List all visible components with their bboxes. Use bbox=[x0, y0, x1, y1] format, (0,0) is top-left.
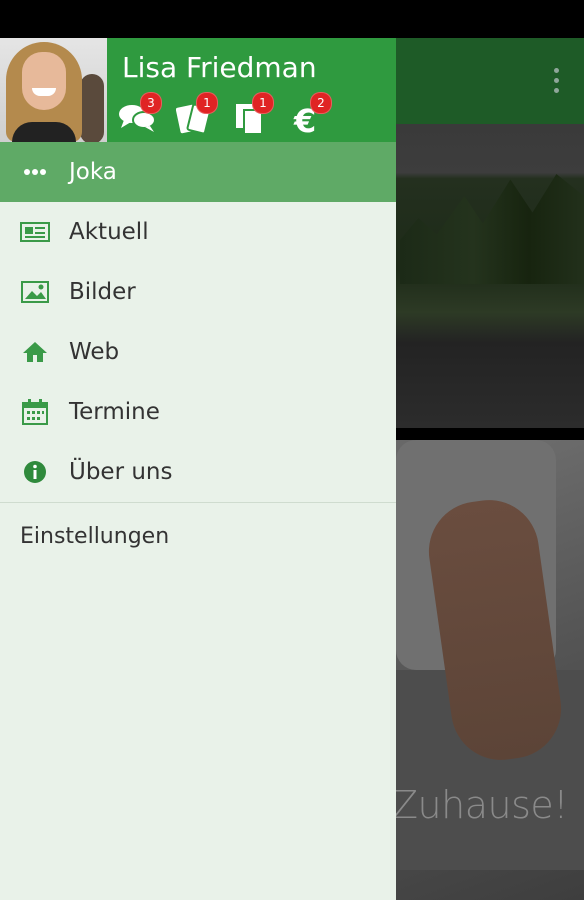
photo-tagline: Zuhause! bbox=[392, 783, 568, 827]
payments-shortcut[interactable]: € 2 bbox=[292, 92, 336, 136]
menu-item-label: Joka bbox=[69, 159, 117, 185]
profile-header[interactable]: Lisa Friedman 3 1 1 € 2 bbox=[0, 38, 396, 142]
cards-badge: 1 bbox=[196, 92, 218, 114]
info-icon bbox=[20, 457, 50, 487]
dots-icon bbox=[20, 157, 50, 187]
messages-badge: 3 bbox=[140, 92, 162, 114]
avatar bbox=[0, 38, 107, 142]
status-bar bbox=[0, 0, 584, 38]
menu-item-label: Web bbox=[69, 339, 120, 365]
calendar-icon bbox=[20, 397, 50, 427]
menu-item-label: Über uns bbox=[69, 459, 173, 485]
menu-item-settings[interactable]: Einstellungen bbox=[0, 503, 396, 569]
menu-item-termine[interactable]: Termine bbox=[0, 382, 396, 442]
user-name: Lisa Friedman bbox=[122, 51, 317, 84]
menu-item-joka[interactable]: Joka bbox=[0, 142, 396, 202]
menu-item-bilder[interactable]: Bilder bbox=[0, 262, 396, 322]
menu-item-label: Bilder bbox=[69, 279, 136, 305]
menu-item-web[interactable]: Web bbox=[0, 322, 396, 382]
home-icon bbox=[20, 337, 50, 367]
cards-shortcut[interactable]: 1 bbox=[176, 92, 220, 136]
menu-item-label: Termine bbox=[69, 399, 160, 425]
drawer-menu: Joka Aktuell Bilder Web Termine Über uns… bbox=[0, 142, 396, 569]
messages-shortcut[interactable]: 3 bbox=[118, 92, 162, 136]
payments-badge: 2 bbox=[310, 92, 332, 114]
menu-item-aktuell[interactable]: Aktuell bbox=[0, 202, 396, 262]
menu-item-label: Aktuell bbox=[69, 219, 149, 245]
documents-shortcut[interactable]: 1 bbox=[234, 92, 278, 136]
menu-item-ueber-uns[interactable]: Über uns bbox=[0, 442, 396, 502]
overflow-menu-icon[interactable] bbox=[550, 68, 562, 96]
navigation-drawer: Lisa Friedman 3 1 1 € 2 Joka Aktuell Bil… bbox=[0, 38, 396, 900]
newspaper-icon bbox=[20, 217, 50, 247]
documents-badge: 1 bbox=[252, 92, 274, 114]
image-icon bbox=[20, 277, 50, 307]
